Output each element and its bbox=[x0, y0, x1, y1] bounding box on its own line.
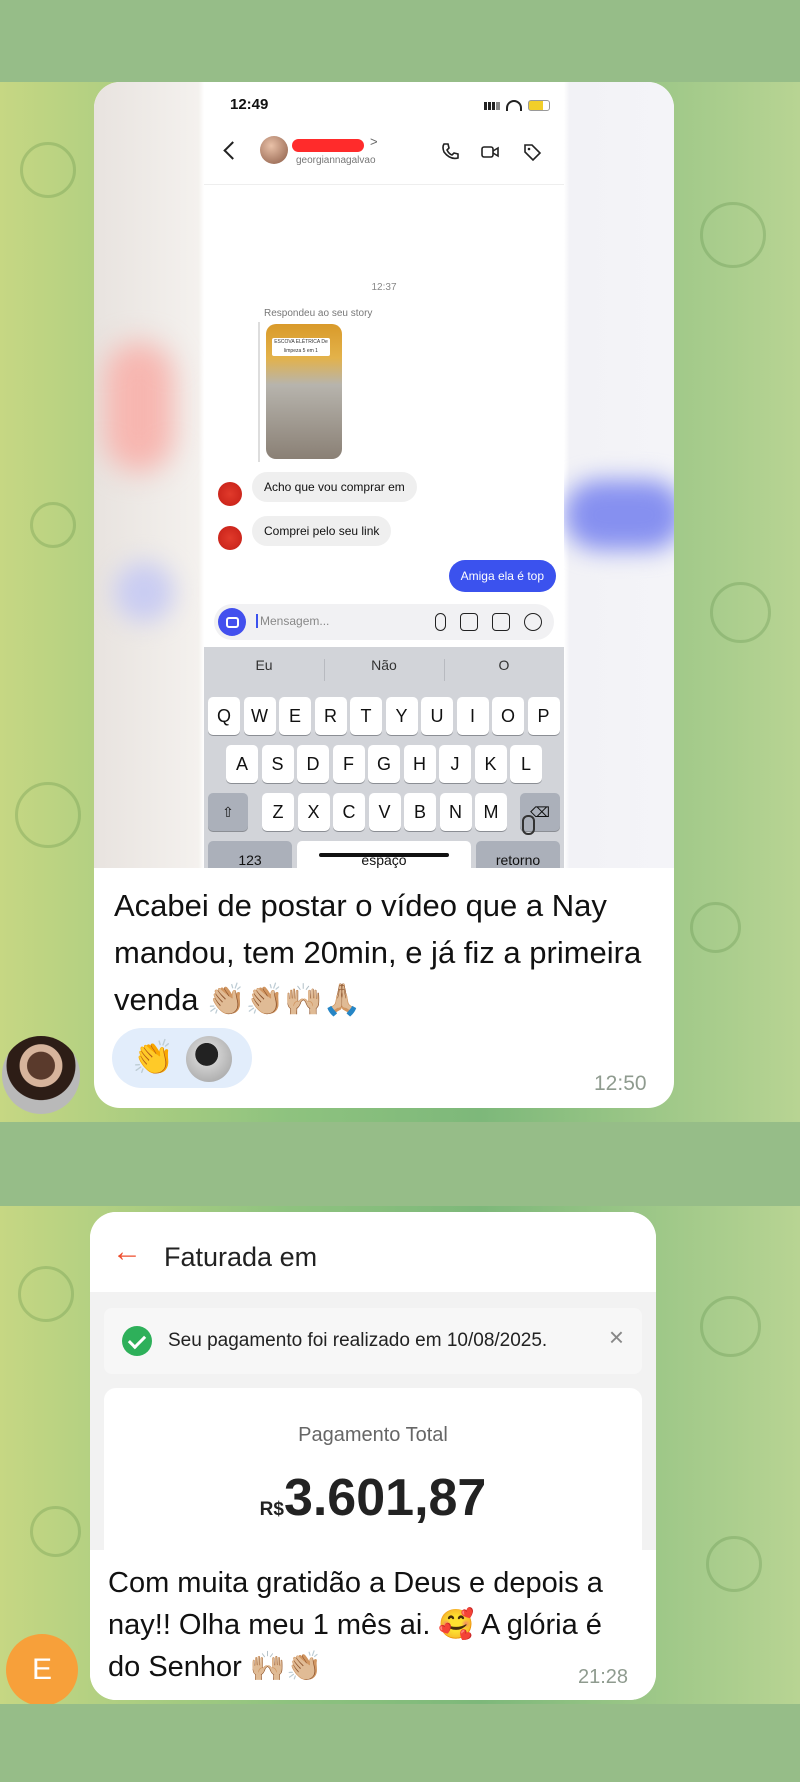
compose-bar: Mensagem... bbox=[214, 604, 554, 640]
video-icon bbox=[481, 146, 499, 158]
key-q: Q bbox=[208, 697, 240, 735]
top-band bbox=[0, 0, 800, 82]
total-label: Pagamento Total bbox=[298, 1424, 448, 1446]
currency: R$ bbox=[259, 1499, 284, 1520]
story-thumbnail: ESCOVA ELÉTRICA De limpeza 5 em 1 bbox=[266, 324, 342, 459]
replied-label: Respondeu ao seu story bbox=[264, 308, 373, 319]
back-arrow-icon: ← bbox=[112, 1235, 142, 1268]
key-e: E bbox=[279, 697, 311, 735]
suggestion: Não bbox=[371, 657, 397, 673]
key-z: Z bbox=[262, 793, 294, 831]
numbers-key: 123 bbox=[208, 841, 292, 868]
story-tag: ESCOVA ELÉTRICA De limpeza 5 em 1 bbox=[272, 338, 330, 356]
reactor-avatar bbox=[186, 1036, 232, 1082]
amount-value: 3.601,87 bbox=[283, 1469, 487, 1527]
back-icon bbox=[223, 141, 242, 160]
key-w: W bbox=[243, 697, 276, 735]
incoming-message: Acho que vou comprar em bbox=[252, 472, 417, 502]
total-amount: R$3.601,87 bbox=[104, 1468, 642, 1528]
key-l: L bbox=[510, 745, 542, 783]
key-v: V bbox=[368, 793, 401, 831]
middle-band bbox=[0, 1122, 800, 1206]
key-h: H bbox=[403, 745, 436, 783]
dm-header: > georgiannagalvao bbox=[204, 122, 564, 185]
key-p: P bbox=[527, 697, 560, 735]
key-r: R bbox=[314, 697, 347, 735]
key-u: U bbox=[421, 697, 453, 735]
image-icon bbox=[460, 613, 478, 631]
instagram-screenshot: 12:49 > georgiannagalvao 12:37 Respondeu… bbox=[94, 82, 674, 868]
contact-avatar bbox=[260, 136, 288, 164]
key-c: C bbox=[333, 793, 365, 831]
signal-icon bbox=[484, 101, 500, 110]
contact-username: georgiannagalvao bbox=[296, 155, 376, 166]
add-icon bbox=[524, 613, 542, 631]
reaction-emoji: 👏 bbox=[132, 1039, 175, 1077]
key-d: D bbox=[297, 745, 329, 783]
return-key: retorno bbox=[476, 841, 560, 868]
incoming-message: Comprei pelo seu link bbox=[252, 516, 392, 546]
close-icon: × bbox=[608, 1322, 624, 1352]
key-k: K bbox=[474, 745, 507, 783]
key-y: Y bbox=[385, 697, 418, 735]
shift-key: ⇧ bbox=[208, 793, 248, 831]
dictation-icon bbox=[522, 815, 535, 835]
mic-icon bbox=[435, 613, 446, 631]
message-text: Acabei de postar o vídeo que a Nay mando… bbox=[114, 888, 642, 1017]
tag-icon bbox=[524, 144, 542, 162]
payment-header: ← Faturada em bbox=[90, 1212, 656, 1292]
key-t: T bbox=[350, 697, 382, 735]
sender-avatar-photo[interactable] bbox=[2, 1036, 80, 1114]
sticker-icon bbox=[492, 613, 510, 631]
key-s: S bbox=[261, 745, 294, 783]
sender-avatar bbox=[218, 482, 242, 506]
reaction-chip[interactable]: 👏 bbox=[112, 1028, 252, 1088]
message-time: 21:28 bbox=[578, 1666, 629, 1688]
key-f: F bbox=[332, 745, 365, 783]
compose-input: Mensagem... bbox=[256, 614, 329, 628]
home-indicator bbox=[319, 853, 449, 857]
message-timestamp: 12:37 bbox=[371, 282, 397, 293]
chevron-right-icon: > bbox=[370, 134, 378, 149]
reply-line bbox=[258, 322, 260, 462]
battery-icon bbox=[528, 100, 550, 111]
redacted-name bbox=[292, 139, 364, 152]
key-g: G bbox=[368, 745, 400, 783]
key-b: B bbox=[404, 793, 436, 831]
camera-icon bbox=[218, 608, 246, 636]
suggestion: O bbox=[498, 657, 510, 673]
sender-avatar bbox=[218, 526, 242, 550]
status-time: 12:49 bbox=[230, 96, 269, 113]
wifi-icon bbox=[506, 100, 522, 111]
suggestion: Eu bbox=[255, 657, 273, 673]
notice-text: Seu pagamento foi realizado em 10/08/202… bbox=[168, 1330, 548, 1351]
message-time: 12:50 bbox=[594, 1072, 647, 1095]
key-x: X bbox=[297, 793, 330, 831]
key-m: M bbox=[475, 793, 507, 831]
key-j: J bbox=[439, 745, 471, 783]
phone-icon bbox=[442, 143, 459, 160]
message-bubble-2[interactable]: ← Faturada em Seu pagamento foi realizad… bbox=[90, 1212, 656, 1700]
outgoing-message: Amiga ela é top bbox=[448, 560, 556, 592]
sender-avatar-initial[interactable]: E bbox=[6, 1634, 78, 1706]
payment-notice: Seu pagamento foi realizado em 10/08/202… bbox=[104, 1308, 642, 1374]
key-a: A bbox=[226, 745, 258, 783]
key-n: N bbox=[439, 793, 472, 831]
bottom-band bbox=[0, 1704, 800, 1782]
phone-screen: 12:49 > georgiannagalvao 12:37 Respondeu… bbox=[204, 82, 564, 868]
key-o: O bbox=[492, 697, 524, 735]
page-title: Faturada em bbox=[164, 1242, 318, 1272]
keyboard: Eu Não O QWERTYUIOPASDFGHJKLZXCVBNM ⇧ ⌫ … bbox=[204, 647, 564, 868]
message-bubble-1[interactable]: 12:49 > georgiannagalvao 12:37 Respondeu… bbox=[94, 82, 674, 1108]
check-circle-icon bbox=[122, 1326, 152, 1356]
message-text: Com muita gratidão a Deus e depois a nay… bbox=[108, 1567, 603, 1683]
status-icons bbox=[484, 100, 550, 111]
key-i: I bbox=[456, 697, 489, 735]
